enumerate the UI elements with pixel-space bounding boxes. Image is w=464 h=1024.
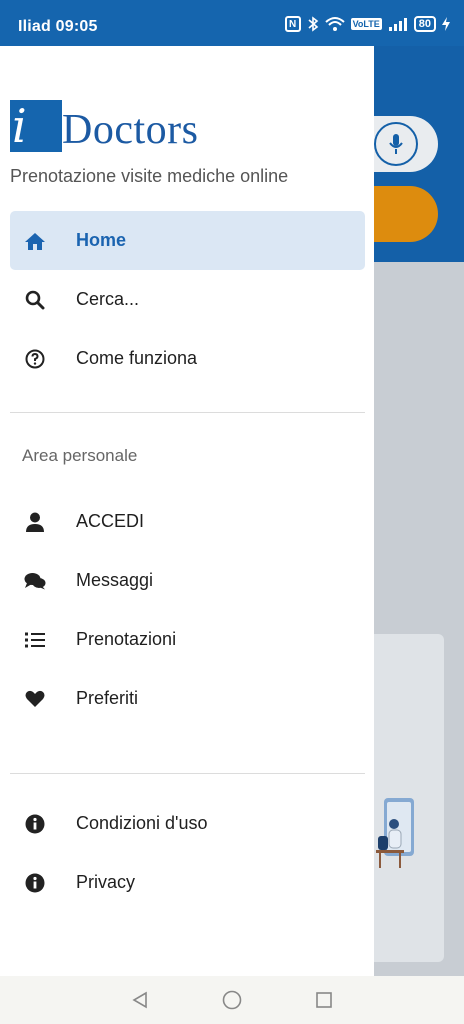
signal-icon	[388, 18, 407, 31]
menu-item-home[interactable]: Home	[10, 211, 365, 270]
status-bar: Iliad 09:05 N VoLTE 80	[0, 0, 464, 52]
app-tagline: Prenotazione visite mediche online	[10, 166, 289, 186]
idoctors-logo: i Doctors	[10, 98, 198, 152]
background-app	[364, 46, 464, 976]
divider	[10, 773, 365, 774]
home-button[interactable]	[221, 989, 243, 1011]
menu-label-search: Cerca...	[76, 289, 140, 309]
logo-wordmark: Doctors	[62, 107, 199, 153]
nfc-icon: N	[284, 16, 301, 32]
home-icon	[22, 228, 48, 254]
menu-label-home: Home	[76, 230, 127, 250]
menu-label-privacy: Privacy	[76, 872, 136, 892]
menu-item-how-it-works[interactable]: Come funziona	[10, 329, 365, 388]
menu-label-how-it-works: Come funziona	[76, 348, 198, 368]
menu-item-favorites[interactable]: Preferiti	[10, 669, 365, 728]
question-circle-icon	[22, 346, 48, 372]
menu-item-messages[interactable]: Messaggi	[10, 551, 365, 610]
user-icon	[22, 509, 48, 535]
section-title-personal-area: Area personale	[22, 446, 138, 465]
list-icon	[22, 627, 48, 653]
menu-item-search[interactable]: Cerca...	[10, 270, 365, 329]
heart-icon	[22, 686, 48, 712]
doctor-illustration	[376, 798, 414, 868]
recents-button[interactable]	[313, 989, 335, 1011]
system-navigation-bar	[0, 976, 464, 1024]
charging-icon	[442, 17, 450, 31]
chat-bubbles-icon	[22, 568, 48, 594]
status-icons: N VoLTE 80	[284, 16, 450, 32]
menu-label-bookings: Prenotazioni	[76, 629, 177, 649]
search-icon	[22, 287, 48, 313]
menu-item-login[interactable]: ACCEDI	[10, 492, 365, 551]
microphone-icon	[374, 122, 418, 166]
logo-i-mark: i	[10, 100, 62, 152]
wifi-icon	[324, 17, 345, 31]
carrier-name: Iliad	[18, 18, 52, 35]
menu-item-terms[interactable]: Condizioni d'uso	[10, 794, 365, 853]
status-carrier-time: Iliad 09:05	[18, 18, 98, 36]
battery-indicator: 80	[413, 16, 436, 32]
menu-label-favorites: Preferiti	[76, 688, 139, 708]
background-orange-button	[364, 186, 438, 242]
back-button[interactable]	[129, 989, 151, 1011]
navigation-drawer: i Doctors Prenotazione visite mediche on…	[0, 46, 374, 976]
volte-badge: VoLTE	[350, 18, 382, 30]
divider	[10, 412, 365, 413]
menu-label-terms: Condizioni d'uso	[76, 813, 208, 833]
bluetooth-icon	[308, 16, 318, 32]
clock: 09:05	[55, 18, 98, 35]
menu-item-bookings[interactable]: Prenotazioni	[10, 610, 365, 669]
menu-item-privacy[interactable]: Privacy	[10, 853, 365, 912]
info-circle-icon	[22, 870, 48, 896]
menu-label-messages: Messaggi	[76, 570, 154, 590]
info-circle-icon	[22, 811, 48, 837]
menu-label-login: ACCEDI	[76, 511, 145, 531]
